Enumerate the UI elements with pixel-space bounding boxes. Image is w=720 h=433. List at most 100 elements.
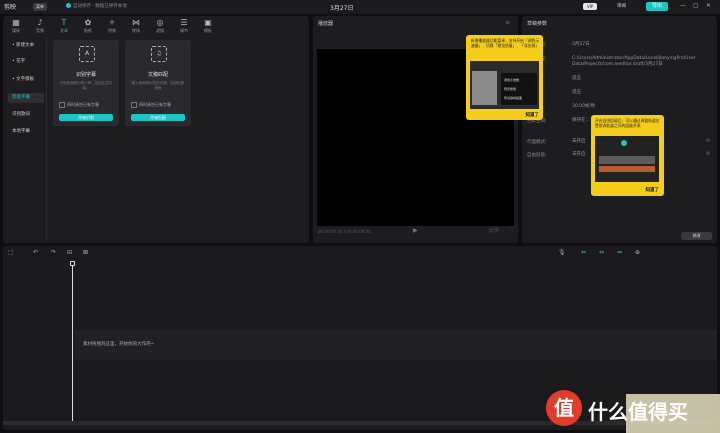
play-icon[interactable]: ▶	[413, 227, 418, 234]
free-layer-tooltip: 开启自由层级后，可以通过调整轨道位置修改轨道之间的层级关系 知道了	[591, 115, 664, 196]
project-title: 3月27日	[330, 5, 354, 12]
recognize-subtitle-card: A 识别字幕 识别音视频中的人声，自动生成字幕。 同时清空已有字幕 开始识别	[53, 40, 119, 126]
menu-item: 预览质量	[504, 87, 517, 91]
player-menu-tooltip: 新增播放器功能菜单，支持开启「调色示波器」、切换「预览质量」、「导出帧」 调色示…	[466, 35, 543, 120]
split-icon[interactable]: ⊟	[67, 249, 72, 256]
transition-icon: ⋈	[132, 18, 140, 27]
param-value: 30.00帧/秒	[572, 104, 596, 109]
panel-divider	[46, 37, 47, 241]
auto-snap-icon[interactable]: ⇔	[599, 249, 604, 256]
tab-transition[interactable]: ⋈ 转场	[125, 18, 147, 34]
audio-icon: ♪	[37, 18, 43, 27]
ratio-button[interactable]: 比例	[489, 227, 499, 234]
sidebar-item-text-template[interactable]: • 文字模板	[8, 75, 44, 85]
script-match-card: ♫ 文稿匹配 输入音视频对应的文稿，自动匹配画面 同时清空已有字幕 开始匹配	[125, 40, 191, 126]
clear-existing-checkbox[interactable]: 同时清空已有字幕	[59, 102, 99, 108]
tab-effects[interactable]: ✧ 特效	[101, 18, 123, 34]
minimize-icon[interactable]: —	[680, 2, 686, 9]
drop-zone[interactable]: 素材拖拽到这里，开始你的大作吧~	[75, 330, 717, 360]
undo-icon[interactable]: ↶	[33, 249, 38, 256]
player-title: 播放器	[318, 21, 334, 27]
effects-icon: ✧	[108, 18, 116, 27]
gear-icon[interactable]: ⚙	[706, 138, 710, 144]
tab-text[interactable]: T 文本	[53, 18, 75, 34]
checkbox-icon	[131, 102, 137, 108]
tab-adjust[interactable]: ☰ 调节	[173, 18, 195, 34]
tooltip-illustration	[595, 136, 659, 182]
delete-icon[interactable]: ⊠	[83, 249, 88, 256]
tab-filter[interactable]: ◎ 滤镜	[149, 18, 171, 34]
toggle-icon	[621, 140, 627, 146]
adjust-icon: ☰	[180, 18, 188, 27]
linkage-icon[interactable]: ⇔	[617, 249, 622, 256]
player-menu-icon[interactable]: ≡	[505, 19, 510, 26]
param-value: 适应	[572, 76, 581, 81]
card-title: 文稿匹配	[147, 72, 168, 78]
main-track-link-icon[interactable]: ⇔	[581, 249, 586, 256]
title-bar: 剪映 菜单 自动保存 · 数据已保存本地 3月27日 VIP 审阅 导出 — ▢…	[0, 0, 720, 14]
save-status: 自动保存 · 数据已保存本地	[66, 3, 127, 9]
got-it-button[interactable]: 知道了	[646, 187, 660, 193]
timecode: 00:00:00:00 / 00:00:00:00	[318, 229, 371, 234]
modify-button[interactable]: 修改	[681, 232, 712, 240]
checkbox-icon	[59, 102, 65, 108]
param-label: 代理模式:	[527, 140, 547, 145]
start-match-button[interactable]: 开始匹配	[131, 114, 185, 121]
playhead-handle[interactable]	[70, 261, 75, 266]
tab-media[interactable]: ▦ 媒体	[5, 18, 27, 34]
menu-item: 调色示波器	[504, 78, 520, 82]
tab-sticker[interactable]: ✿ 贴纸	[77, 18, 99, 34]
timeline-toolbar: ⬚ ↶ ↷ ⊟ ⊠ 🎙 ⇔ ⇔ ⇔ ⊕	[3, 246, 717, 259]
save-status-icon	[66, 3, 71, 8]
template-icon: ▣	[204, 18, 212, 27]
illustration-track	[599, 156, 655, 164]
param-value: 适应	[572, 90, 581, 95]
maximize-icon[interactable]: ▢	[693, 2, 699, 9]
start-recognize-button[interactable]: 开始识别	[59, 114, 113, 121]
preview-axis-icon[interactable]: ⊕	[635, 249, 640, 256]
illustration-photo	[472, 71, 497, 105]
vip-badge[interactable]: VIP	[583, 3, 598, 10]
param-value: 3月27日	[572, 42, 590, 47]
card-title: 识别字幕	[75, 72, 96, 78]
menu-button[interactable]: 菜单	[33, 3, 47, 11]
gear-icon[interactable]: ⚙	[706, 151, 710, 157]
watermark-text: 什么值得买	[588, 400, 688, 424]
param-value: C:/Users/Administrator/AppData/Local/Jia…	[572, 56, 696, 67]
sidebar-item-lyrics[interactable]: 识别歌词	[8, 110, 44, 120]
tooltip-text: 新增播放器功能菜单，支持开启「调色示波器」、切换「预览质量」、「导出帧」	[470, 38, 540, 48]
recognize-subtitle-icon: A	[79, 46, 95, 62]
param-label: 自由层级:	[527, 153, 547, 158]
tooltip-text: 开启自由层级后，可以通过调整轨道位置修改轨道之间的层级关系	[595, 118, 660, 128]
fullscreen-icon[interactable]: ⛶	[509, 227, 513, 233]
media-icon: ▦	[12, 18, 20, 27]
clear-existing-checkbox[interactable]: 同时清空已有字幕	[131, 102, 171, 108]
tab-audio[interactable]: ♪ 音频	[29, 18, 51, 34]
filter-icon: ◎	[156, 18, 164, 27]
card-description: 输入音视频对应的文稿，自动匹配画面	[131, 81, 185, 90]
microphone-icon[interactable]: 🎙	[558, 249, 566, 256]
sidebar-item-fancy-text[interactable]: • 花字	[8, 57, 44, 67]
export-button[interactable]: 导出	[646, 2, 668, 11]
script-match-icon: ♫	[151, 46, 167, 62]
card-description: 识别音视频中的人声，自动生成字幕。	[59, 81, 113, 90]
tooltip-illustration: 调色示波器 预览质量 导出静帧画面	[470, 61, 539, 109]
sidebar-item-smart-subtitle[interactable]: 智能字幕	[8, 93, 44, 103]
review-button[interactable]: 审阅	[617, 3, 626, 9]
timeline-ruler[interactable]	[3, 261, 717, 269]
sticker-icon: ✿	[84, 18, 92, 27]
params-title: 草稿参数	[527, 21, 548, 27]
tab-template[interactable]: ▣ 模板	[197, 18, 219, 34]
sidebar-item-new-text[interactable]: • 新建文本	[8, 41, 44, 51]
watermark-logo: 值	[546, 390, 582, 426]
close-icon[interactable]: ✕	[706, 2, 711, 9]
drop-hint: 素材拖拽到这里，开始你的大作吧~	[83, 342, 155, 347]
playhead[interactable]	[72, 261, 73, 421]
select-tool-icon[interactable]: ⬚	[8, 249, 14, 256]
got-it-button[interactable]: 知道了	[526, 112, 540, 118]
redo-icon[interactable]: ↷	[51, 249, 56, 256]
menu-item: 导出静帧画面	[504, 96, 523, 100]
sidebar-item-local-subtitle[interactable]: 本地字幕	[8, 127, 44, 137]
illustration-track	[599, 166, 655, 172]
app-logo: 剪映	[4, 4, 17, 11]
